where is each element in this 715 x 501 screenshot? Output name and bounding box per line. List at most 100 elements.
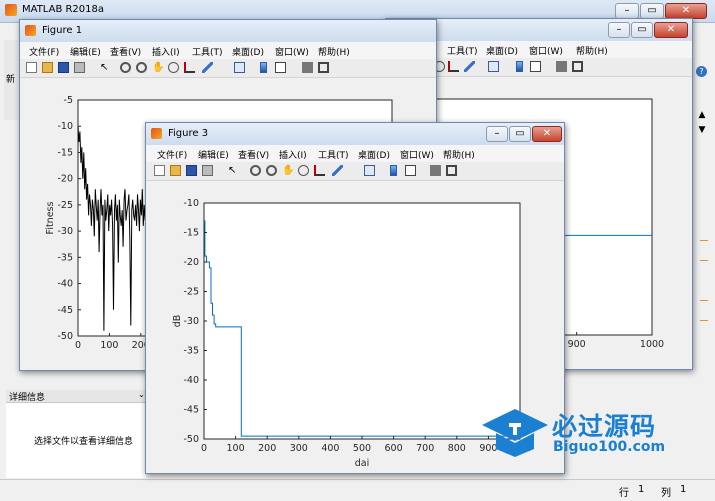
hide-plot-tools-icon[interactable] [556, 61, 567, 72]
show-plot-tools-icon[interactable] [446, 165, 457, 176]
figure2-maximize-button[interactable]: ▭ [631, 22, 653, 38]
figure1-ytick-label: -15 [57, 147, 73, 158]
figure3-ytick-label: -25 [183, 287, 199, 298]
menu-window[interactable]: 窗口(W) [529, 44, 563, 57]
new-fragment: 新 [6, 75, 16, 85]
menu-help[interactable]: 帮助(H) [443, 148, 475, 161]
zoom-out-icon[interactable] [266, 165, 277, 176]
scroll-up-icon[interactable]: ▲ [695, 110, 709, 122]
rotate-icon[interactable] [298, 165, 309, 176]
hide-plot-tools-icon[interactable] [302, 62, 313, 73]
menu-file[interactable]: 文件(F) [29, 45, 59, 58]
workspace-marker [700, 260, 708, 261]
figure1-ytick-label: -35 [57, 252, 73, 263]
figure2-minimize-button[interactable]: – [608, 22, 630, 38]
show-plot-tools-icon[interactable] [318, 62, 329, 73]
row-label: 行 [619, 488, 629, 499]
zoom-in-icon[interactable] [250, 165, 261, 176]
menu-tools[interactable]: 工具(T) [192, 45, 223, 58]
figure1-ytick-label: -45 [57, 305, 73, 316]
open-file-icon[interactable] [170, 165, 181, 176]
menu-help[interactable]: 帮助(H) [576, 44, 608, 57]
main-close-button[interactable]: ✕ [665, 3, 707, 19]
legend-icon[interactable] [530, 61, 541, 72]
brush-icon[interactable] [464, 61, 475, 72]
pan-icon[interactable]: ✋ [282, 165, 294, 176]
zoom-out-icon[interactable] [136, 62, 147, 73]
figure3-xtick-label: 500 [353, 443, 371, 454]
link-plot-icon[interactable] [364, 165, 375, 176]
new-figure-icon[interactable] [154, 165, 165, 176]
workspace-marker [700, 320, 708, 321]
figure3-axes-box [203, 202, 521, 440]
figure3-ytick-label: -45 [183, 405, 199, 416]
hide-plot-tools-icon[interactable] [430, 165, 441, 176]
save-icon[interactable] [58, 62, 69, 73]
menu-edit[interactable]: 编辑(E) [198, 148, 229, 161]
workspace-marker [700, 240, 708, 241]
link-plot-icon[interactable] [488, 61, 499, 72]
menu-view[interactable]: 查看(V) [110, 45, 141, 58]
menu-view[interactable]: 查看(V) [238, 148, 269, 161]
menu-file[interactable]: 文件(F) [157, 148, 187, 161]
figure3-toolbar: ↖ ✋ [146, 162, 564, 181]
figure3-minimize-button[interactable]: – [486, 126, 508, 142]
pointer-icon[interactable]: ↖ [100, 62, 111, 73]
figure1-title-bar: Figure 1 [20, 20, 436, 42]
print-icon[interactable] [74, 62, 85, 73]
data-cursor-icon[interactable] [448, 61, 459, 72]
watermark-site: Biguo100.com [553, 439, 666, 455]
menu-tools[interactable]: 工具(T) [318, 148, 349, 161]
show-plot-tools-icon[interactable] [572, 61, 583, 72]
colorbar-icon[interactable] [390, 165, 397, 176]
figure1-ylabel: Fitness [45, 202, 56, 235]
menu-insert[interactable]: 插入(I) [152, 45, 180, 58]
col-label: 列 [661, 488, 671, 499]
legend-icon[interactable] [275, 62, 286, 73]
save-icon[interactable] [186, 165, 197, 176]
matlab-figure-icon [151, 128, 162, 139]
menu-insert[interactable]: 插入(I) [279, 148, 307, 161]
figure3-ytick-label: -35 [183, 346, 199, 357]
menu-desktop[interactable]: 桌面(D) [358, 148, 390, 161]
link-plot-icon[interactable] [234, 62, 245, 73]
figure3-ytick-label: -30 [183, 316, 199, 327]
app-title: MATLAB R2018a [22, 4, 105, 15]
main-minimize-button[interactable]: – [615, 3, 639, 19]
pointer-icon[interactable]: ↖ [228, 165, 239, 176]
dropdown-icon[interactable]: ▼ [695, 125, 709, 137]
zoom-in-icon[interactable] [120, 62, 131, 73]
menu-edit[interactable]: 编辑(E) [70, 45, 101, 58]
data-cursor-icon[interactable] [184, 62, 195, 73]
figure3-xtick-label: 400 [321, 443, 339, 454]
figure1-title: Figure 1 [42, 25, 83, 36]
help-icon[interactable]: ? [696, 66, 707, 77]
chevron-down-icon[interactable]: ⌄ [138, 390, 145, 399]
figure3-menu-bar: 文件(F) 编辑(E) 查看(V) 插入(I) 工具(T) 桌面(D) 窗口(W… [146, 145, 564, 162]
menu-window[interactable]: 窗口(W) [400, 148, 434, 161]
colorbar-icon[interactable] [516, 61, 523, 72]
brush-icon[interactable] [332, 165, 343, 176]
col-value: 1 [680, 484, 687, 495]
figure3-xtick-label: 300 [290, 443, 308, 454]
menu-window[interactable]: 窗口(W) [275, 45, 309, 58]
new-figure-icon[interactable] [26, 62, 37, 73]
print-icon[interactable] [202, 165, 213, 176]
brush-icon[interactable] [202, 62, 213, 73]
figure1-ytick-label: -5 [64, 95, 73, 106]
menu-help[interactable]: 帮助(H) [318, 45, 350, 58]
menu-desktop[interactable]: 桌面(D) [486, 44, 518, 57]
menu-desktop[interactable]: 桌面(D) [232, 45, 264, 58]
figure2-close-button[interactable]: ✕ [654, 22, 688, 38]
data-cursor-icon[interactable] [314, 165, 325, 176]
main-maximize-button[interactable]: ▭ [640, 3, 664, 19]
figure3-close-button[interactable]: ✕ [532, 126, 562, 142]
pan-icon[interactable]: ✋ [152, 62, 164, 73]
rotate-icon[interactable] [168, 62, 179, 73]
figure3-maximize-button[interactable]: ▭ [509, 126, 531, 142]
open-file-icon[interactable] [42, 62, 53, 73]
menu-tools[interactable]: 工具(T) [447, 44, 478, 57]
colorbar-icon[interactable] [260, 62, 267, 73]
legend-icon[interactable] [405, 165, 416, 176]
figure1-ytick-label: -20 [57, 174, 73, 185]
